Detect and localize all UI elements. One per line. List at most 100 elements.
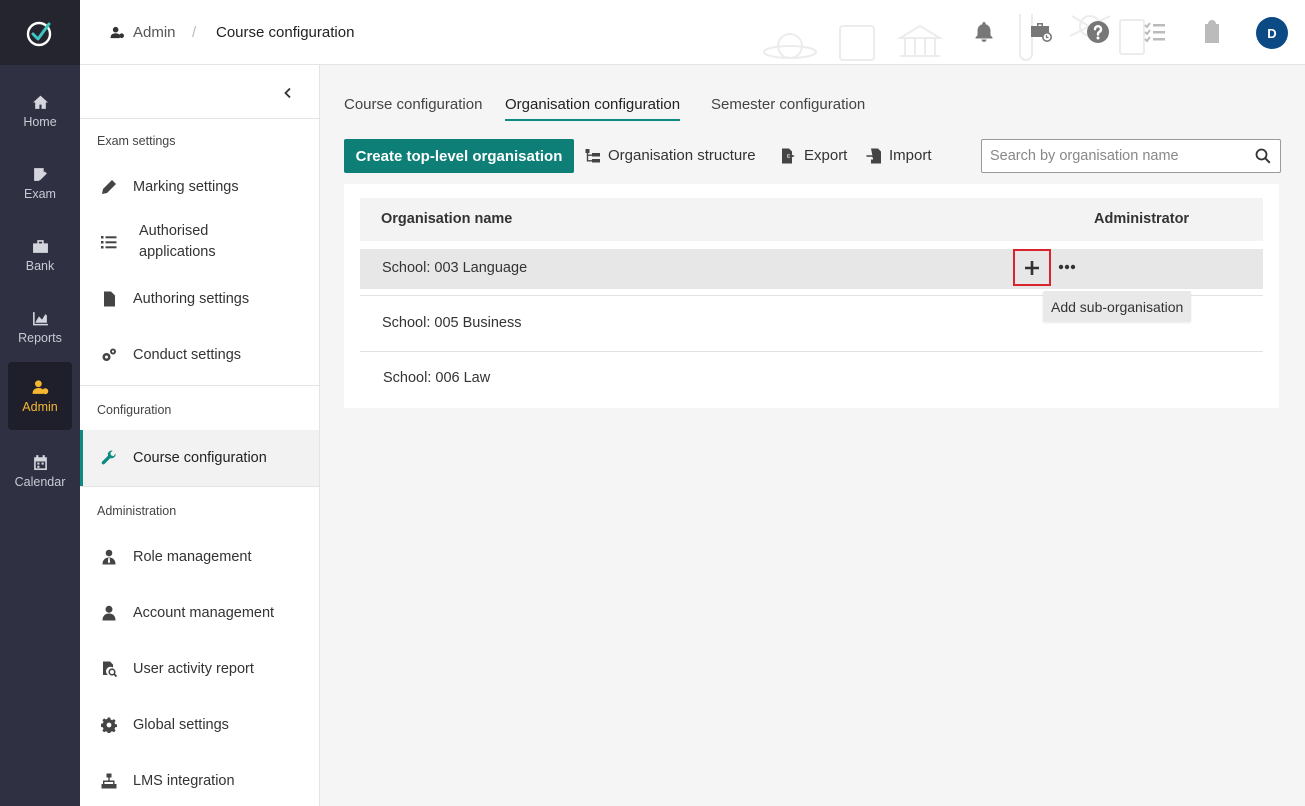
organisation-structure-button[interactable]: Organisation structure bbox=[585, 147, 756, 164]
structure-icon bbox=[585, 148, 600, 162]
sidebar-item-label: User activity report bbox=[133, 661, 254, 677]
sidebar-item-lms-integration[interactable]: LMS integration bbox=[80, 761, 319, 801]
export-icon bbox=[782, 148, 795, 163]
rail-item-exam[interactable]: Exam bbox=[8, 149, 72, 217]
rail-item-reports[interactable]: Reports bbox=[8, 293, 72, 361]
organisation-search bbox=[981, 139, 1281, 173]
sidebar-item-authorised-applications[interactable]: Authorised applications bbox=[80, 217, 319, 267]
help-icon bbox=[1087, 21, 1109, 43]
ellipsis-icon bbox=[1058, 264, 1076, 270]
rail-item-admin[interactable]: Admin bbox=[8, 362, 72, 430]
rail-label: Exam bbox=[24, 186, 56, 201]
rail-item-calendar[interactable]: Calendar bbox=[8, 437, 72, 505]
sidebar-item-global-settings[interactable]: Global settings bbox=[80, 705, 319, 745]
section-label-exam-settings: Exam settings bbox=[97, 134, 176, 148]
reports-icon bbox=[32, 311, 48, 325]
tab-course-configuration[interactable]: Course configuration bbox=[344, 96, 482, 119]
file-search-icon bbox=[101, 661, 117, 677]
role-user-icon bbox=[101, 549, 117, 565]
collapse-sidebar-button[interactable] bbox=[276, 81, 300, 105]
sidebar-item-conduct-settings[interactable]: Conduct settings bbox=[80, 335, 319, 375]
search-input[interactable] bbox=[990, 146, 1245, 166]
logo-check-icon bbox=[26, 21, 52, 46]
sidebar-item-label: LMS integration bbox=[133, 773, 235, 789]
column-header-organisation-name: Organisation name bbox=[381, 211, 513, 227]
organisation-name-cell: School: 005 Business bbox=[382, 315, 522, 331]
app-logo[interactable] bbox=[0, 0, 80, 65]
sidebar-item-label: Marking settings bbox=[133, 179, 239, 195]
admin-user-icon bbox=[110, 26, 124, 39]
tab-organisation-configuration[interactable]: Organisation configuration bbox=[505, 96, 681, 121]
top-header: Admin / Course configuration D bbox=[80, 0, 1305, 65]
help-button[interactable] bbox=[1084, 18, 1112, 46]
breadcrumb-current: Course configuration bbox=[216, 24, 355, 41]
bank-icon bbox=[32, 239, 48, 253]
bell-icon bbox=[975, 22, 993, 42]
import-label: Import bbox=[889, 147, 932, 164]
sidebar-item-label: Authorised applications bbox=[139, 223, 216, 260]
organisation-structure-label: Organisation structure bbox=[608, 147, 756, 164]
tab-semester-configuration[interactable]: Semester configuration bbox=[711, 96, 865, 119]
rail-label: Bank bbox=[25, 258, 55, 273]
import-icon bbox=[866, 148, 881, 163]
tasks-button[interactable] bbox=[1141, 18, 1169, 46]
sidebar-item-label: Global settings bbox=[133, 717, 229, 733]
plus-icon bbox=[1025, 260, 1039, 275]
rail-item-home[interactable]: Home bbox=[8, 77, 72, 145]
create-top-level-organisation-button[interactable]: Create top-level organisation bbox=[344, 139, 574, 173]
rail-item-bank[interactable]: Bank bbox=[8, 221, 72, 289]
rail-label: Calendar bbox=[14, 474, 66, 489]
add-sub-organisation-button[interactable] bbox=[1013, 249, 1051, 286]
sidebar-item-label: Conduct settings bbox=[133, 347, 242, 363]
row-divider bbox=[360, 351, 1263, 352]
chevron-left-icon bbox=[284, 87, 291, 99]
settings-sidebar: Exam settings Marking settings Authorise… bbox=[80, 65, 320, 806]
breadcrumb-admin-label: Admin bbox=[133, 24, 176, 41]
document-icon bbox=[101, 291, 117, 307]
export-button[interactable]: Export bbox=[781, 147, 847, 164]
admin-icon bbox=[32, 379, 48, 394]
sidebar-item-label: Authoring settings bbox=[133, 291, 250, 307]
add-sub-organisation-tooltip: Add sub-organisation bbox=[1043, 291, 1192, 322]
more-actions-button[interactable] bbox=[1057, 259, 1077, 275]
organisation-name-cell: School: 003 Language bbox=[382, 260, 528, 276]
sidebar-item-account-management[interactable]: Account management bbox=[80, 593, 319, 633]
sidebar-item-authoring-settings[interactable]: Authoring settings bbox=[80, 279, 319, 319]
import-button[interactable]: Import bbox=[866, 147, 932, 164]
jobs-button[interactable] bbox=[1027, 18, 1055, 46]
notifications-button[interactable] bbox=[970, 18, 998, 46]
checklist-icon bbox=[1144, 22, 1165, 43]
sidebar-item-label: Course configuration bbox=[133, 450, 267, 466]
table-header: Organisation name Administrator bbox=[360, 198, 1263, 241]
exam-icon bbox=[33, 167, 47, 181]
user-avatar[interactable]: D bbox=[1256, 17, 1288, 49]
search-icon[interactable] bbox=[1255, 148, 1271, 164]
section-label-administration: Administration bbox=[97, 504, 177, 518]
rail-label: Reports bbox=[18, 330, 62, 345]
rail-label: Admin bbox=[22, 399, 58, 414]
sidebar-item-role-management[interactable]: Role management bbox=[80, 537, 319, 577]
table-row[interactable]: School: 003 Language bbox=[360, 249, 1263, 289]
sidebar-item-label: Account management bbox=[133, 605, 275, 621]
rail-label: Home bbox=[23, 114, 57, 129]
gears-icon bbox=[101, 347, 117, 363]
export-label: Export bbox=[804, 147, 848, 164]
sidebar-divider bbox=[80, 385, 320, 386]
table-row[interactable]: School: 006 Law bbox=[360, 359, 1263, 399]
section-label-configuration: Configuration bbox=[97, 403, 172, 417]
sitemap-icon bbox=[101, 773, 117, 789]
briefcase-clock-icon bbox=[1031, 23, 1052, 42]
breadcrumb-admin[interactable]: Admin bbox=[110, 24, 176, 41]
list-icon bbox=[101, 234, 117, 250]
sidebar-item-user-activity-report[interactable]: User activity report bbox=[80, 649, 319, 689]
sidebar-divider bbox=[80, 118, 320, 119]
app-rail: Home Exam Bank Reports Admin Calendar bbox=[0, 0, 80, 806]
breadcrumb-separator: / bbox=[192, 24, 197, 41]
sidebar-item-course-configuration[interactable]: Course configuration bbox=[80, 430, 319, 486]
sidebar-item-label: Role management bbox=[133, 549, 252, 565]
sidebar-item-marking-settings[interactable]: Marking settings bbox=[80, 167, 319, 207]
column-header-administrator: Administrator bbox=[1094, 211, 1190, 227]
organisation-name-cell: School: 006 Law bbox=[383, 370, 491, 386]
clipboard-button[interactable] bbox=[1198, 18, 1226, 46]
home-icon bbox=[32, 95, 48, 109]
